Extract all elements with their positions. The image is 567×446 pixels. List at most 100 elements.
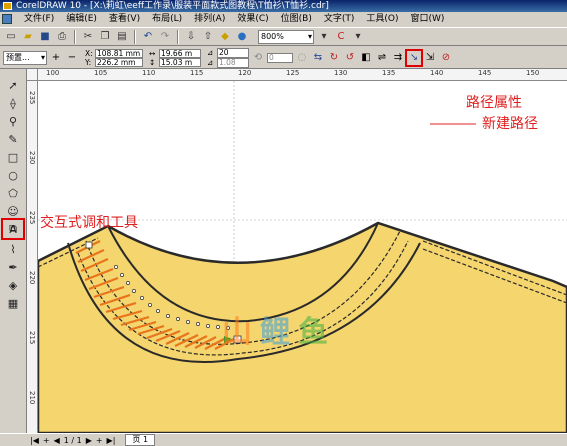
- menu-layout[interactable]: 布局(L): [146, 12, 188, 26]
- add-page-before-icon[interactable]: +: [43, 436, 50, 445]
- add-page-after-icon[interactable]: +: [96, 436, 103, 445]
- toolbar-separator: [177, 29, 179, 44]
- vertical-ruler[interactable]: 235 230 225 220 215 210: [27, 81, 38, 433]
- options-icon[interactable]: ▾: [351, 30, 365, 44]
- zoom-level-select[interactable]: 800%: [258, 29, 314, 44]
- print-icon[interactable]: ⎙: [55, 30, 69, 44]
- tshirt-drawing: [38, 81, 567, 433]
- first-page-icon[interactable]: |◀: [30, 436, 39, 445]
- copy-icon[interactable]: ❐: [98, 30, 112, 44]
- menu-edit[interactable]: 编辑(E): [60, 12, 103, 26]
- ruler-top-label: 125: [286, 69, 300, 77]
- application-launcher-icon[interactable]: ◆: [218, 30, 232, 44]
- redo-icon[interactable]: ↷: [158, 30, 172, 44]
- ruler-left-label: 215: [28, 331, 36, 345]
- ellipse-tool-icon[interactable]: ○: [3, 167, 23, 184]
- menu-view[interactable]: 查看(V): [103, 12, 146, 26]
- ruler-top-label: 140: [430, 69, 444, 77]
- zoom-tool-icon[interactable]: ⚲: [3, 113, 23, 130]
- menu-file[interactable]: 文件(F): [18, 12, 60, 26]
- coreldraw-app-icon: [3, 2, 12, 10]
- add-preset-button[interactable]: +: [49, 51, 63, 65]
- cut-icon[interactable]: ✂: [81, 30, 95, 44]
- eyedropper-tool-icon[interactable]: ⌇: [3, 241, 23, 258]
- open-folder-icon[interactable]: ▰: [21, 30, 35, 44]
- ruler-top-label: 130: [334, 69, 348, 77]
- blend-start-handle: [85, 241, 93, 249]
- prev-page-icon[interactable]: ◀: [54, 436, 60, 445]
- steps-icon: ⊿: [207, 47, 214, 57]
- ruler-top-label: 115: [190, 69, 204, 77]
- rectangle-tool-icon[interactable]: □: [3, 149, 23, 166]
- annotation-path-properties: 路径属性: [466, 95, 522, 111]
- menu-bitmaps[interactable]: 位图(B): [275, 12, 318, 26]
- import-icon[interactable]: ⇩: [184, 30, 198, 44]
- save-icon[interactable]: ■: [38, 30, 52, 44]
- pick-tool-icon[interactable]: ➚: [3, 77, 23, 94]
- annotation-new-path: 新建路径: [482, 116, 538, 132]
- page-count: 1 / 1: [63, 435, 82, 445]
- miscellaneous-options-icon[interactable]: ⇉: [391, 51, 405, 65]
- clockwise-blend-icon[interactable]: ↻: [327, 51, 341, 65]
- ruler-left-label: 220: [28, 271, 36, 285]
- remove-preset-button[interactable]: −: [65, 51, 79, 65]
- ruler-origin[interactable]: [27, 69, 38, 81]
- rotation-icon: ⟲: [253, 52, 263, 63]
- ruler-top-label: 145: [478, 69, 492, 77]
- menu-arrange[interactable]: 排列(A): [188, 12, 231, 26]
- fill-tool-icon[interactable]: ◈: [3, 277, 23, 294]
- x-position-input[interactable]: 108.81 mm: [95, 48, 143, 58]
- loop-blend-icon[interactable]: ◌: [295, 51, 309, 65]
- standard-toolbar: ▭ ▰ ■ ⎙ ✂ ❐ ▤ ↶ ↷ ⇩ ⇧ ◆ ● 800% ▾ C ▾: [0, 27, 567, 46]
- ruler-left-label: 230: [28, 151, 36, 165]
- x-label: X:: [85, 48, 93, 58]
- interactive-blend-tool-icon[interactable]: ⧉: [1, 218, 25, 240]
- new-document-icon[interactable]: ▭: [4, 30, 18, 44]
- last-page-icon[interactable]: ▶|: [107, 436, 116, 445]
- outline-tool-icon[interactable]: ✒: [3, 259, 23, 276]
- export-icon[interactable]: ⇧: [201, 30, 215, 44]
- path-properties-icon[interactable]: ↘: [405, 48, 423, 67]
- clear-blend-icon[interactable]: ⊘: [439, 51, 453, 65]
- counterclockwise-blend-icon[interactable]: ↺: [343, 51, 357, 65]
- basic-shapes-tool-icon[interactable]: ☺: [3, 203, 23, 220]
- shape-tool-icon[interactable]: ⟠: [3, 95, 23, 112]
- ruler-top-label: 135: [382, 69, 396, 77]
- horizontal-ruler[interactable]: 100 105 110 115 120 125 130 135 140 145 …: [38, 69, 567, 81]
- ruler-top-label: 150: [526, 69, 540, 77]
- direct-blend-icon[interactable]: ⇆: [311, 51, 325, 65]
- window-titlebar: CorelDRAW 10 - [X:\莉虹\eeff工作录\服装平面款式图教程\…: [0, 0, 567, 12]
- copy-blend-properties-icon[interactable]: ⇲: [423, 51, 437, 65]
- position-fields: X: 108.81 mm Y: 226.2 mm: [85, 48, 143, 67]
- interactive-fill-tool-icon[interactable]: ▦: [3, 295, 23, 312]
- width-input[interactable]: 19.66 m: [159, 48, 201, 58]
- corel-tutor-icon[interactable]: C: [334, 30, 348, 44]
- next-page-icon[interactable]: ▶: [86, 436, 92, 445]
- blend-rotation-input[interactable]: 0: [267, 52, 293, 63]
- drawing-canvas[interactable]: 山 鲤 鱼: [38, 81, 567, 433]
- ruler-left-label: 235: [28, 91, 36, 105]
- menu-text[interactable]: 文字(T): [318, 12, 361, 26]
- object-color-acceleration-icon[interactable]: ◧: [359, 51, 373, 65]
- page-tab-1[interactable]: 页 1: [125, 434, 156, 446]
- polygon-tool-icon[interactable]: ⬠: [3, 185, 23, 202]
- blend-start-end-icon[interactable]: ⇌: [375, 51, 389, 65]
- blend-spacing-input[interactable]: 1.08: [217, 57, 249, 68]
- blend-steps-input[interactable]: 20: [217, 47, 249, 58]
- undo-icon[interactable]: ↶: [141, 30, 155, 44]
- menu-effects[interactable]: 效果(C): [231, 12, 274, 26]
- width-icon: ↔: [149, 48, 156, 58]
- height-input[interactable]: 15.03 m: [159, 57, 201, 67]
- menu-bar: 文件(F) 编辑(E) 查看(V) 布局(L) 排列(A) 效果(C) 位图(B…: [0, 12, 567, 26]
- freehand-tool-icon[interactable]: ✎: [3, 131, 23, 148]
- menu-tools[interactable]: 工具(O): [360, 12, 404, 26]
- preset-select[interactable]: 预置...: [3, 50, 47, 65]
- blend-steps-fields: ⊿ 20 ⊿ 1.08: [207, 47, 249, 68]
- ruler-left-label: 210: [28, 391, 36, 405]
- paste-icon[interactable]: ▤: [115, 30, 129, 44]
- corel-online-icon[interactable]: ●: [235, 30, 249, 44]
- menu-window[interactable]: 窗口(W): [405, 12, 451, 26]
- ruler-top-label: 120: [238, 69, 252, 77]
- zoom-dropdown-icon[interactable]: ▾: [317, 30, 331, 44]
- y-position-input[interactable]: 226.2 mm: [95, 57, 143, 67]
